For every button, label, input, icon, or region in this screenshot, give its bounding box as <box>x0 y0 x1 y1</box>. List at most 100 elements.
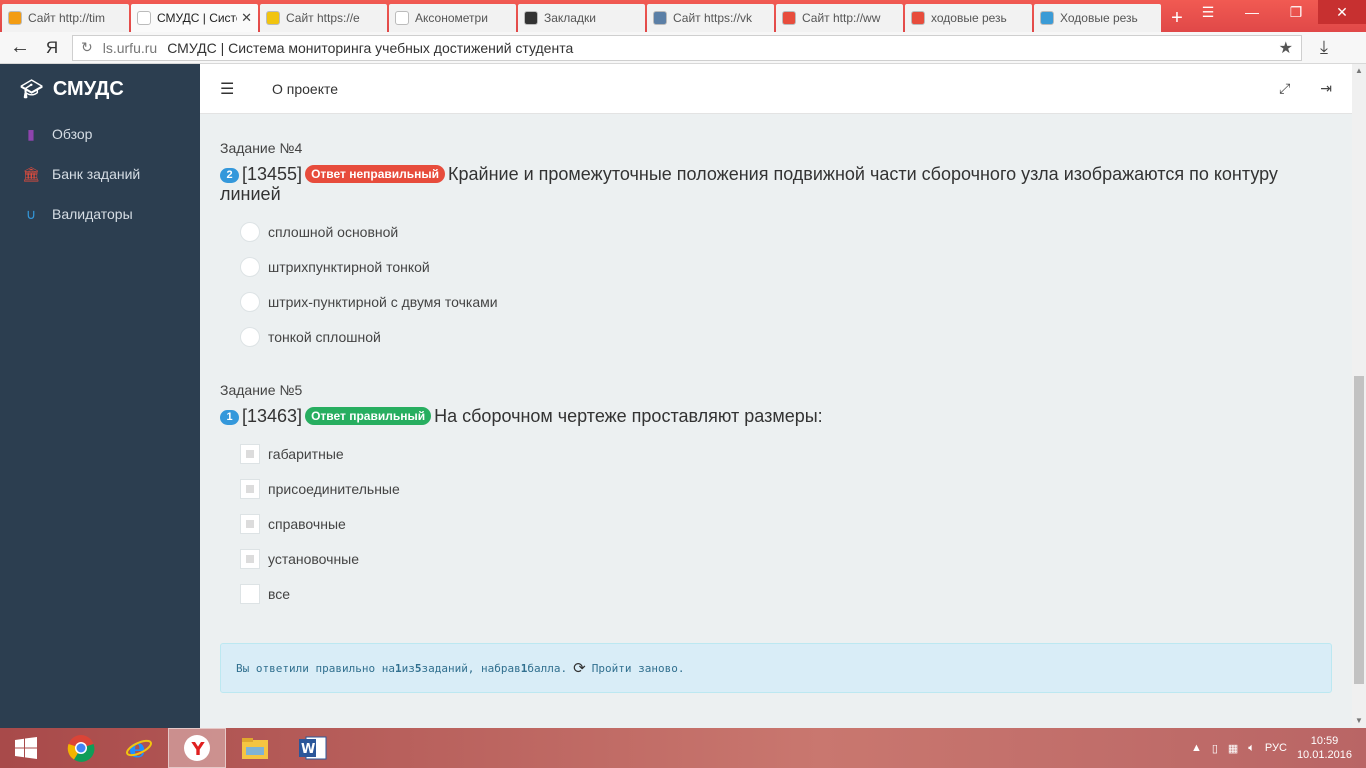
browser-tab[interactable]: Сайт http://tim <box>2 4 129 32</box>
retry-link[interactable]: Пройти заново. <box>592 662 685 675</box>
answer-status-badge: Ответ неправильный <box>305 165 446 183</box>
answer-option[interactable]: тонкой сплошной <box>240 319 1332 354</box>
correct-count: 1 <box>394 661 402 675</box>
tab-favicon-icon <box>137 11 151 25</box>
windows-start-icon[interactable] <box>0 728 52 768</box>
magnet-icon: ∪ <box>25 205 37 222</box>
battery-icon[interactable]: ▯ <box>1212 742 1218 755</box>
scroll-down-icon[interactable]: ▼ <box>1352 714 1366 728</box>
file-explorer-icon[interactable] <box>226 728 284 768</box>
refresh-icon[interactable]: ⟳ <box>573 659 586 677</box>
checkbox-mark <box>246 484 254 493</box>
answer-option[interactable]: штрихпунктирной тонкой <box>240 249 1332 284</box>
task-block: Задание №4 2 [13455] Ответ неправильный Край… <box>220 140 1332 354</box>
option-label: все <box>268 585 291 602</box>
question-text: 2 [13455] Ответ неправильный Крайние и пром… <box>220 164 1332 204</box>
radio-button[interactable] <box>240 256 260 277</box>
result-text: заданий, набрав <box>421 661 521 675</box>
total-count: 5 <box>414 661 422 675</box>
brand[interactable]: 🎓︎ СМУДС <box>0 64 200 114</box>
radio-button[interactable] <box>240 221 260 242</box>
score-value: 1 <box>520 661 528 675</box>
answer-option[interactable]: все <box>240 576 1332 611</box>
checkbox[interactable] <box>240 548 260 569</box>
logout-icon[interactable]: ⇥ <box>1320 80 1332 97</box>
browser-tab[interactable]: Закладки <box>518 4 645 32</box>
close-window-icon[interactable]: ✕ <box>1318 0 1366 24</box>
task-title: Задание №4 <box>220 140 303 156</box>
toggle-sidebar-icon[interactable]: ☰ <box>220 79 252 99</box>
windows-taskbar: e Y W ▲ ▯ ▦ 🔈︎ РУС 10:59 10.01.2016 <box>0 728 1366 768</box>
maximize-icon[interactable]: ❐ <box>1274 0 1318 24</box>
option-label: установочные <box>268 550 360 567</box>
internet-explorer-icon[interactable]: e <box>110 728 168 768</box>
answer-option[interactable]: присоединительные <box>240 471 1332 506</box>
back-icon[interactable]: ← <box>0 36 40 59</box>
sidebar-item-validators[interactable]: ∪ Валидаторы <box>0 194 200 234</box>
reload-icon[interactable]: ↻ <box>81 39 93 56</box>
scroll-up-icon[interactable]: ▲ <box>1352 64 1366 78</box>
answer-option[interactable]: установочные <box>240 541 1332 576</box>
sidebar-item-task-bank[interactable]: 🏛︎ Банк заданий <box>0 154 200 194</box>
chrome-icon[interactable] <box>52 728 110 768</box>
menu-icon[interactable]: ☰ <box>1186 0 1230 24</box>
page-scrollbar[interactable]: ▲ ▼ <box>1352 64 1366 728</box>
minimize-icon[interactable]: — <box>1230 0 1274 24</box>
question-id: [13463] <box>242 406 303 426</box>
result-text: Вы ответили правильно на <box>236 661 395 675</box>
clock[interactable]: 10:59 10.01.2016 <box>1297 734 1352 762</box>
checkbox[interactable] <box>240 583 260 604</box>
tray-expand-icon[interactable]: ▲ <box>1191 742 1202 754</box>
url-field[interactable]: ↻ ls.urfu.ru СМУДС | Система мониторинга… <box>72 34 1302 61</box>
tab-favicon-icon <box>395 11 409 25</box>
answer-option[interactable]: сплошной основной <box>240 214 1332 249</box>
checkbox[interactable] <box>240 443 260 464</box>
sidebar-item-overview[interactable]: ▮ Обзор <box>0 114 200 154</box>
url-page-title: СМУДС | Система мониторинга учебных дост… <box>167 39 574 56</box>
radio-button[interactable] <box>240 291 260 312</box>
browser-tab-active[interactable]: СМУДС | Систе ✕ <box>131 4 258 32</box>
download-icon[interactable]: ⤓ <box>1302 37 1346 58</box>
brand-title: СМУДС <box>52 77 124 100</box>
browser-tab[interactable]: Сайт https://e <box>260 4 387 32</box>
yandex-browser-icon[interactable]: Y <box>168 728 226 768</box>
radio-button[interactable] <box>240 326 260 347</box>
answer-option[interactable]: габаритные <box>240 436 1332 471</box>
browser-tab[interactable]: Сайт https://vk <box>647 4 774 32</box>
about-link[interactable]: О проекте <box>272 81 338 97</box>
browser-tab[interactable]: ходовые резь <box>905 4 1032 32</box>
network-icon[interactable]: ▦ <box>1228 742 1238 755</box>
option-label: габаритные <box>268 445 344 462</box>
tab-favicon-icon <box>8 11 22 25</box>
browser-tab[interactable]: Аксонометри <box>389 4 516 32</box>
system-tray: ▲ ▯ ▦ 🔈︎ РУС 10:59 10.01.2016 <box>1191 734 1366 762</box>
option-label: тонкой сплошной <box>268 328 381 345</box>
tab-close-icon[interactable]: ✕ <box>241 10 252 26</box>
answer-options: габаритные присоединительные справочные уст… <box>240 436 1332 611</box>
url-domain: ls.urfu.ru <box>102 39 158 56</box>
window-controls: ☰ — ❐ ✕ <box>1186 0 1366 24</box>
fullscreen-icon[interactable]: ⤢ <box>1279 80 1290 97</box>
word-icon[interactable]: W <box>284 728 342 768</box>
tab-title: Аксонометри <box>415 11 488 25</box>
tab-title: Сайт https://e <box>286 11 360 25</box>
yandex-logo[interactable]: Я <box>40 38 64 58</box>
checkbox[interactable] <box>240 513 260 534</box>
tab-title: Сайт http://tim <box>28 11 106 25</box>
option-label: штрих-пунктирной с двумя точками <box>268 293 498 310</box>
svg-text:W: W <box>301 742 315 757</box>
scrollbar-thumb[interactable] <box>1354 376 1364 684</box>
sidebar-item-label: Валидаторы <box>52 206 133 222</box>
option-label: присоединительные <box>268 480 400 497</box>
checkbox[interactable] <box>240 478 260 499</box>
browser-tab[interactable]: Ходовые резь <box>1034 4 1161 32</box>
language-indicator[interactable]: РУС <box>1265 742 1287 754</box>
checkbox-mark <box>246 554 254 563</box>
question-id: [13455] <box>242 164 303 184</box>
browser-tab[interactable]: Сайт http://ww <box>776 4 903 32</box>
answer-option[interactable]: штрих-пунктирной с двумя точками <box>240 284 1332 319</box>
bookmark-star-icon[interactable]: ★ <box>1279 38 1293 58</box>
volume-icon[interactable]: 🔈︎ <box>1248 742 1255 755</box>
answer-option[interactable]: справочные <box>240 506 1332 541</box>
checkbox-mark <box>246 519 254 528</box>
